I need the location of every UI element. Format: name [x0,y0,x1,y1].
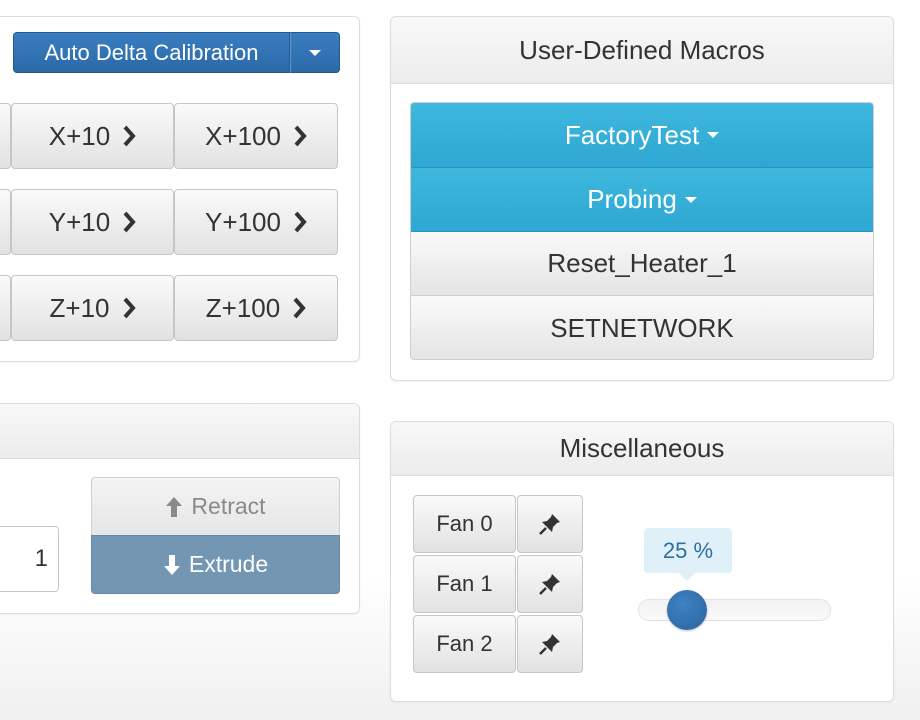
fan-speed-tooltip-text: 25 % [662,537,714,563]
fan-speed-tooltip-arrow [679,573,695,581]
fan-1-button[interactable]: Fan 1 [413,555,516,613]
macro-label: FactoryTest [564,119,700,150]
y-plus-10-button[interactable]: Y+10 [11,189,174,255]
macro-label: SETNETWORK [550,313,734,343]
calibration-dropdown-toggle[interactable] [290,32,340,73]
macro-label: Probing [587,184,677,214]
fan-label: Fan 1 [436,571,493,596]
extrude-label: Extrude [188,551,269,577]
fan-label: Fan 0 [436,511,493,536]
macros-panel: User-Defined Macros FactoryTest Probing … [390,16,894,381]
chevron-down-icon [707,132,720,138]
chevron-right-icon [294,211,307,233]
y-plus-10-label: Y+10 [48,206,111,237]
z-plus-100-label: Z+100 [205,292,281,323]
extrude-amount-label: 1 [34,545,48,572]
x-plus-100-label: X+100 [205,120,281,151]
chevron-down-icon [309,49,321,56]
auto-delta-calibration-button[interactable]: Auto Delta Calibration [13,32,290,73]
extruder-panel-header [0,404,359,459]
macro-setnetwork-button[interactable]: SETNETWORK [411,296,873,359]
macro-factorytest-button[interactable]: FactoryTest [411,103,873,168]
fan-speed-slider-track[interactable] [638,590,831,630]
retract-label: Retract [191,493,266,519]
macros-panel-title: User-Defined Macros [519,34,765,65]
extruder-panel: 1 Retract Extrude [0,403,360,614]
macros-panel-header: User-Defined Macros [391,17,893,84]
extrude-amount-button[interactable]: 1 [0,526,59,592]
misc-panel: Miscellaneous Fan 0 Fan 1 Fan 2 25 % [390,421,894,702]
fan-0-button[interactable]: Fan 0 [413,495,516,553]
fan-1-pin-button[interactable] [517,555,583,613]
fan-2-pin-button[interactable] [517,615,583,673]
auto-delta-calibration-label: Auto Delta Calibration [44,39,259,65]
fan-2-button[interactable]: Fan 2 [413,615,516,673]
macro-label: Reset_Heater_1 [547,248,737,278]
x-plus-10-button[interactable]: X+10 [11,103,174,169]
misc-panel-title: Miscellaneous [559,433,725,463]
chevron-down-icon [684,196,697,203]
y-minus-stub-button[interactable] [0,189,11,255]
x-plus-100-button[interactable]: X+100 [174,103,338,169]
fan-speed-slider-handle[interactable] [667,590,707,630]
macro-list: FactoryTest Probing Reset_Heater_1 SETNE… [410,102,874,360]
z-plus-10-label: Z+10 [49,292,110,323]
pin-icon [539,634,560,655]
y-plus-100-label: Y+100 [205,206,281,237]
x-plus-10-label: X+10 [48,120,111,151]
z-plus-100-button[interactable]: Z+100 [174,275,338,341]
misc-panel-header: Miscellaneous [391,422,893,476]
movement-panel: Auto Delta Calibration X+10 X+100 Y+10 Y… [0,16,360,362]
fan-speed-tooltip: 25 % [644,528,732,573]
x-minus-stub-button[interactable] [0,103,11,169]
chevron-right-icon [123,125,136,147]
fan-0-pin-button[interactable] [517,495,583,553]
chevron-right-icon [294,125,307,147]
chevron-right-icon [123,297,136,319]
y-plus-100-button[interactable]: Y+100 [174,189,338,255]
fan-label: Fan 2 [436,631,493,656]
pin-icon [539,574,560,595]
macro-probing-button[interactable]: Probing [411,168,873,232]
chevron-right-icon [123,211,136,233]
arrow-up-icon [166,496,183,517]
z-plus-10-button[interactable]: Z+10 [11,275,174,341]
chevron-right-icon [293,297,306,319]
arrow-down-icon [163,554,180,575]
z-minus-stub-button[interactable] [0,275,11,341]
extrude-button[interactable]: Extrude [91,535,340,594]
macro-reset-heater-1-button[interactable]: Reset_Heater_1 [411,232,873,296]
retract-button[interactable]: Retract [91,477,340,535]
pin-icon [539,514,560,535]
